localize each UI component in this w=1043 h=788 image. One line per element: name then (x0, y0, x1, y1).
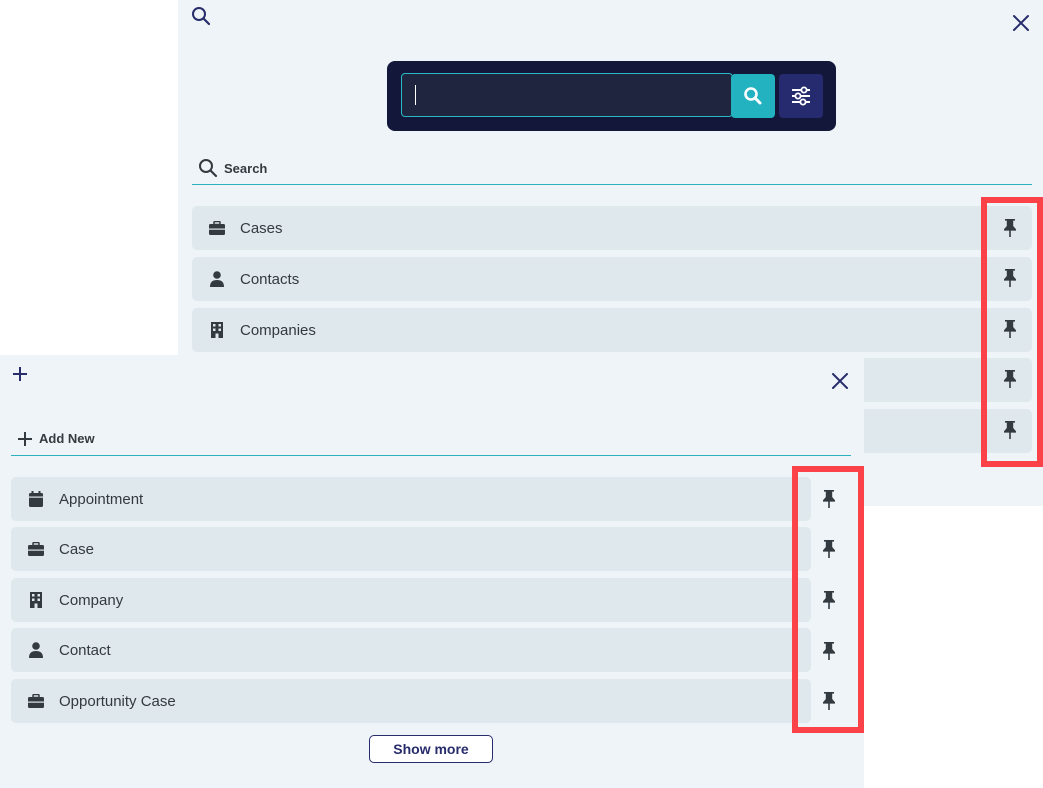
pin-icon[interactable] (1000, 268, 1020, 288)
list-item-company[interactable]: Company (11, 578, 811, 622)
pin-icon[interactable] (1000, 420, 1020, 440)
building-icon (209, 322, 225, 338)
search-panel-close-icon[interactable] (1010, 12, 1032, 34)
add-new-section-label: Add New (39, 431, 95, 446)
add-new-panel: Add New Appointment Case Company Contact… (0, 355, 864, 788)
search-input[interactable] (401, 73, 733, 117)
search-section-header: Search (192, 152, 1032, 185)
list-item-label: Cases (240, 219, 283, 237)
plus-icon[interactable] (10, 364, 30, 384)
list-item-label: Companies (240, 321, 316, 339)
text-caret (415, 85, 416, 105)
pin-icon[interactable] (819, 590, 839, 610)
list-item-label: Contact (59, 641, 111, 659)
pin-icon[interactable] (1000, 319, 1020, 339)
briefcase-icon (28, 541, 44, 557)
list-item-label: Company (59, 591, 124, 609)
show-more-button[interactable]: Show more (369, 735, 493, 763)
pin-icon[interactable] (819, 539, 839, 559)
search-icon (744, 87, 762, 105)
search-icon (199, 159, 218, 178)
search-section-label: Search (224, 160, 268, 176)
person-icon (28, 642, 44, 658)
list-item-label: Appointment (59, 490, 144, 508)
list-item-cases[interactable]: Cases (192, 206, 1032, 250)
add-new-section-header: Add New (11, 422, 851, 456)
plus-icon (18, 431, 32, 446)
sliders-icon (792, 86, 810, 106)
search-submit-button[interactable] (731, 74, 775, 118)
person-icon (209, 271, 225, 287)
add-panel-close-icon[interactable] (829, 370, 851, 392)
search-filter-button[interactable] (779, 74, 823, 118)
search-bar (387, 61, 836, 131)
list-item-companies[interactable]: Companies (192, 308, 1032, 352)
list-item-contact[interactable]: Contact (11, 628, 811, 672)
calendar-icon (28, 491, 44, 507)
list-item-case[interactable]: Case (11, 527, 811, 571)
pin-icon[interactable] (819, 489, 839, 509)
list-item-label: Opportunity Case (59, 692, 176, 710)
building-icon (28, 592, 44, 608)
briefcase-icon (209, 220, 225, 236)
pin-icon[interactable] (819, 691, 839, 711)
pin-icon[interactable] (1000, 218, 1020, 238)
list-item-appointment[interactable]: Appointment (11, 477, 811, 521)
list-item-contacts[interactable]: Contacts (192, 257, 1032, 301)
pin-icon[interactable] (1000, 369, 1020, 389)
search-panel-search-icon[interactable] (190, 5, 212, 27)
list-item-label: Case (59, 540, 95, 558)
list-item-label: Contacts (240, 270, 300, 288)
list-item-opportunity-case[interactable]: Opportunity Case (11, 679, 811, 723)
briefcase-icon (28, 693, 44, 709)
pin-icon[interactable] (819, 641, 839, 661)
